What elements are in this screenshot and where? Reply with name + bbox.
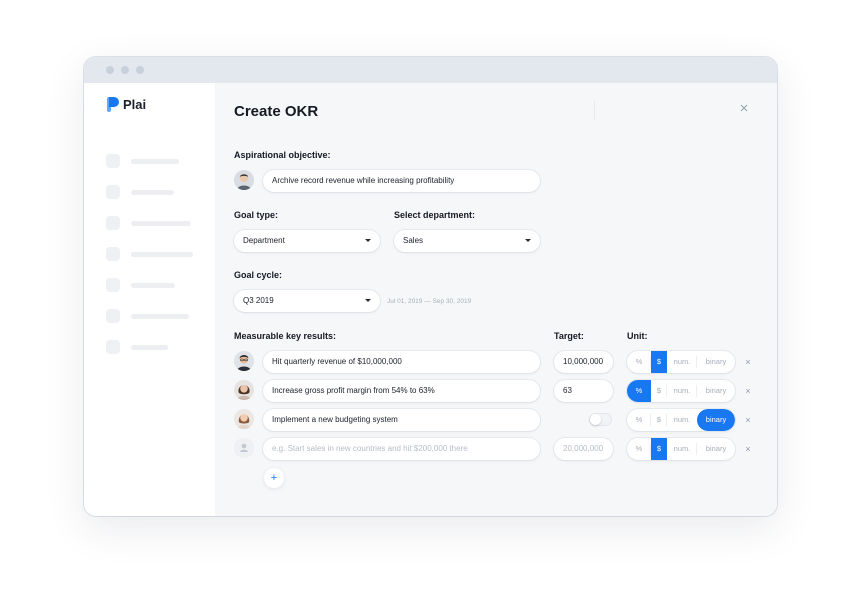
goal-type-select[interactable]: Department [234, 230, 380, 252]
sidebar-item-icon [106, 154, 120, 168]
unit-percent-option[interactable]: % [627, 409, 651, 431]
sidebar-item[interactable] [106, 247, 206, 261]
department-label: Select department: [394, 210, 476, 220]
create-okr-panel: Create OKR × Aspirational objective: Arc… [215, 83, 777, 516]
sidebar-item-icon [106, 340, 120, 354]
sidebar-item-icon [106, 216, 120, 230]
unit-number-option[interactable]: num. [667, 438, 697, 460]
remove-row-icon[interactable]: × [743, 357, 753, 367]
unit-number-option[interactable]: num. [667, 409, 697, 431]
sidebar-item-label [131, 221, 191, 226]
unit-dollar-option[interactable]: $ [651, 438, 667, 460]
target-input[interactable]: 63 [554, 380, 613, 402]
goal-cycle-label: Goal cycle: [234, 270, 283, 280]
unit-binary-option[interactable]: binary [697, 380, 735, 402]
unit-selector: % $ num. binary [627, 380, 735, 402]
logo[interactable]: Plai [107, 97, 146, 112]
unit-number-option[interactable]: num. [667, 380, 697, 402]
department-value: Sales [403, 236, 424, 245]
sidebar: Plai [84, 83, 215, 516]
window-dot[interactable] [121, 66, 129, 74]
app-window: Plai Create OKR × Aspirational objective… [84, 57, 777, 516]
unit-percent-option[interactable]: % [627, 351, 651, 373]
key-result-input[interactable]: Hit quarterly revenue of $10,000,000 [263, 351, 540, 373]
sidebar-item-icon [106, 278, 120, 292]
sidebar-item[interactable] [106, 309, 206, 323]
unit-selector: % $ num. binary [627, 409, 735, 431]
remove-row-icon[interactable]: × [743, 415, 753, 425]
unit-percent-option[interactable]: % [627, 438, 651, 460]
goal-cycle-value: Q3 2019 [243, 296, 274, 305]
avatar[interactable] [234, 351, 254, 371]
department-select[interactable]: Sales [394, 230, 540, 252]
page-title: Create OKR [234, 103, 319, 120]
sidebar-item-label [131, 283, 175, 288]
sidebar-item[interactable] [106, 185, 206, 199]
window-titlebar [84, 57, 777, 83]
user-placeholder-icon [234, 438, 254, 458]
key-results-label: Measurable key results: [234, 331, 337, 341]
target-input[interactable]: 20,000,000 [554, 438, 613, 460]
man-avatar-icon [234, 170, 254, 190]
remove-row-icon[interactable]: × [743, 386, 753, 396]
unit-number-option[interactable]: num. [667, 351, 697, 373]
objective-input[interactable]: Archive record revenue while increasing … [263, 170, 540, 192]
sidebar-item-icon [106, 185, 120, 199]
unit-selector: % $ num. binary [627, 438, 735, 460]
unit-dollar-option[interactable]: $ [651, 380, 667, 402]
sidebar-item-label [131, 252, 193, 257]
objective-label: Aspirational objective: [234, 150, 331, 160]
target-input[interactable]: 10,000,000 [554, 351, 613, 373]
sidebar-item-label [131, 159, 179, 164]
unit-selector: % $ num. binary [627, 351, 735, 373]
unit-label: Unit: [627, 331, 648, 341]
man-glasses-avatar-icon [234, 351, 254, 371]
target-label: Target: [554, 331, 584, 341]
goal-type-label: Goal type: [234, 210, 279, 220]
close-icon[interactable]: × [737, 101, 751, 116]
window-dot[interactable] [136, 66, 144, 74]
key-result-input[interactable]: Implement a new budgeting system [263, 409, 540, 431]
sidebar-item-label [131, 345, 168, 350]
unit-percent-option[interactable]: % [627, 380, 651, 402]
sidebar-item-label [131, 190, 174, 195]
key-result-input[interactable]: Increase gross profit margin from 54% to… [263, 380, 540, 402]
sidebar-item-label [131, 314, 189, 319]
avatar[interactable] [234, 409, 254, 429]
goal-cycle-range: Jul 01, 2019 — Sep 30, 2019 [387, 298, 472, 305]
add-key-result-button[interactable]: + [264, 468, 284, 488]
sidebar-item[interactable] [106, 216, 206, 230]
avatar[interactable] [234, 438, 254, 458]
goal-cycle-select[interactable]: Q3 2019 [234, 290, 380, 312]
app-name: Plai [123, 97, 147, 112]
binary-toggle[interactable] [589, 413, 612, 426]
sidebar-item-icon [106, 247, 120, 261]
caret-down-icon [365, 299, 371, 302]
unit-dollar-option[interactable]: $ [651, 351, 667, 373]
plai-logo-icon [107, 97, 119, 112]
woman-avatar-icon [234, 380, 254, 400]
avatar[interactable] [234, 170, 254, 190]
caret-down-icon [365, 239, 371, 242]
sidebar-item-icon [106, 309, 120, 323]
sidebar-item[interactable] [106, 278, 206, 292]
unit-binary-option[interactable]: binary [697, 351, 735, 373]
window-dot[interactable] [106, 66, 114, 74]
key-result-input[interactable]: e.g. Start sales in new countries and hi… [263, 438, 540, 460]
unit-binary-option[interactable]: binary [697, 409, 735, 431]
woman-avatar-icon [234, 409, 254, 429]
caret-down-icon [525, 239, 531, 242]
toggle-knob [590, 414, 601, 425]
remove-row-icon[interactable]: × [743, 444, 753, 454]
unit-binary-option[interactable]: binary [697, 438, 735, 460]
header-divider [594, 101, 595, 121]
goal-type-value: Department [243, 236, 285, 245]
avatar[interactable] [234, 380, 254, 400]
sidebar-item[interactable] [106, 340, 206, 354]
unit-dollar-option[interactable]: $ [651, 409, 667, 431]
sidebar-item[interactable] [106, 154, 206, 168]
